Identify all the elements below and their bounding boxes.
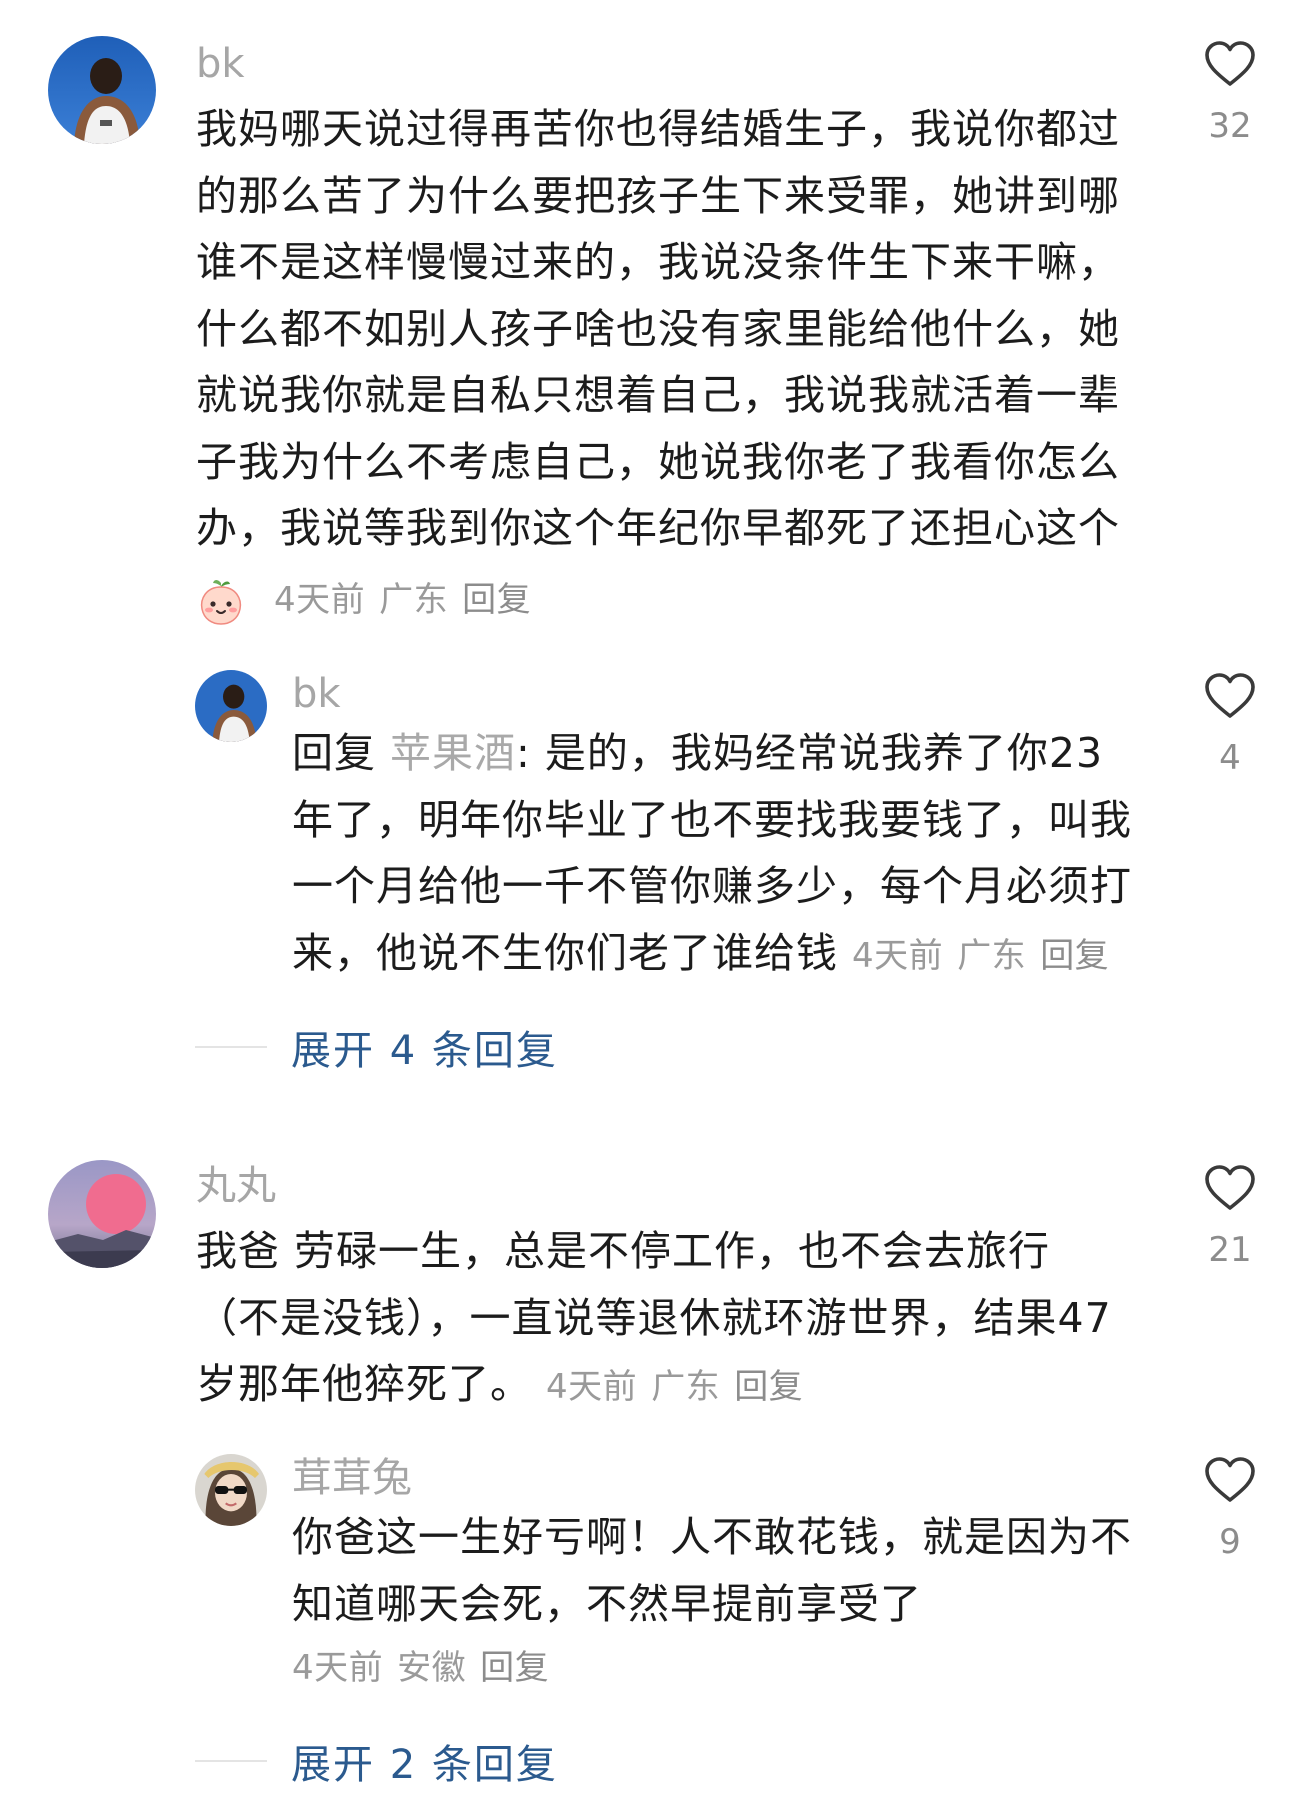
comment-2: 丸丸 我爸 劳碌一生，总是不停工作，也不会去旅行（不是没钱），一直说等退休就环游… bbox=[0, 1140, 1290, 1450]
comment-meta: 4天前 安徽 回复 bbox=[292, 1640, 549, 1689]
heart-icon bbox=[1205, 673, 1255, 718]
divider bbox=[195, 1760, 267, 1762]
like-count: 4 bbox=[1219, 738, 1241, 778]
comment-body: 我妈哪天说过得再苦你也得结婚生子，我说你都过的那么苦了为什么要把孩子生下来受罪，… bbox=[196, 105, 1120, 552]
reply-2: 茸茸兔 你爸这一生好亏啊！人不敢花钱，就是因为不知道哪天会死，不然早提前享受了 … bbox=[0, 1440, 1290, 1808]
comment-meta: 4天前 广东 回复 bbox=[196, 572, 531, 627]
avatar[interactable] bbox=[195, 670, 267, 742]
username[interactable]: bk bbox=[292, 670, 341, 718]
reply-button[interactable]: 回复 bbox=[734, 1367, 803, 1407]
avatar[interactable] bbox=[48, 36, 156, 144]
reply-body: 你爸这一生好亏啊！人不敢花钱，就是因为不知道哪天会死，不然早提前享受了 bbox=[292, 1513, 1132, 1628]
mention-link[interactable]: 苹果酒 bbox=[390, 729, 516, 777]
expand-replies-label: 展开 2 条回复 bbox=[291, 1742, 558, 1788]
like-count: 9 bbox=[1219, 1522, 1241, 1562]
comment-time: 4天前 bbox=[292, 1648, 384, 1688]
like-button[interactable]: 9 bbox=[1180, 1456, 1280, 1562]
expand-replies-button[interactable]: 展开 4 条回复 bbox=[195, 1018, 558, 1076]
like-count: 21 bbox=[1208, 1230, 1252, 1270]
avatar[interactable] bbox=[195, 1454, 267, 1526]
comment-location: 广东 bbox=[651, 1367, 721, 1407]
comment-text: 我妈哪天说过得再苦你也得结婚生子，我说你都过的那么苦了为什么要把孩子生下来受罪，… bbox=[196, 96, 1126, 562]
username[interactable]: bk bbox=[196, 40, 245, 88]
comment-time: 4天前 bbox=[546, 1367, 638, 1407]
comment-text: 我爸 劳碌一生，总是不停工作，也不会去旅行（不是没钱），一直说等退休就环游世界，… bbox=[196, 1218, 1126, 1421]
reply-1: bk 回复 苹果酒: 是的，我妈经常说我养了你23年了，明年你毕业了也不要找我要… bbox=[0, 640, 1290, 1090]
reply-button[interactable]: 回复 bbox=[462, 580, 531, 620]
reply-button[interactable]: 回复 bbox=[480, 1648, 549, 1688]
comment-location: 广东 bbox=[957, 935, 1027, 976]
comment-time: 4天前 bbox=[274, 580, 366, 620]
heart-icon bbox=[1205, 1457, 1255, 1502]
reply-text: 你爸这一生好亏啊！人不敢花钱，就是因为不知道哪天会死，不然早提前享受了 bbox=[292, 1504, 1132, 1637]
divider bbox=[195, 1046, 267, 1048]
reply-text: 回复 苹果酒: 是的，我妈经常说我养了你23年了，明年你毕业了也不要找我要钱了，… bbox=[292, 720, 1132, 989]
username[interactable]: 丸丸 bbox=[196, 1162, 276, 1210]
peach-emoji-icon bbox=[196, 577, 246, 627]
like-button[interactable]: 21 bbox=[1180, 1164, 1280, 1270]
comment-time: 4天前 bbox=[852, 935, 944, 976]
username[interactable]: 茸茸兔 bbox=[292, 1454, 412, 1502]
heart-icon bbox=[1205, 1165, 1255, 1210]
comment-1: bk 我妈哪天说过得再苦你也得结婚生子，我说你都过的那么苦了为什么要把孩子生下来… bbox=[0, 0, 1290, 640]
comment-meta: 4天前 广东 回复 bbox=[546, 1367, 803, 1407]
avatar[interactable] bbox=[48, 1160, 156, 1268]
reply-prefix: 回复 bbox=[292, 729, 376, 777]
like-button[interactable]: 32 bbox=[1180, 40, 1280, 146]
heart-icon bbox=[1205, 41, 1255, 86]
reply-button[interactable]: 回复 bbox=[1040, 936, 1109, 976]
comment-meta: 4天前 广东 回复 bbox=[852, 936, 1109, 976]
comment-location: 广东 bbox=[379, 580, 449, 620]
like-button[interactable]: 4 bbox=[1180, 672, 1280, 778]
expand-replies-button[interactable]: 展开 2 条回复 bbox=[195, 1732, 558, 1790]
like-count: 32 bbox=[1208, 106, 1252, 146]
expand-replies-label: 展开 4 条回复 bbox=[291, 1028, 558, 1074]
comment-location: 安徽 bbox=[397, 1648, 467, 1688]
